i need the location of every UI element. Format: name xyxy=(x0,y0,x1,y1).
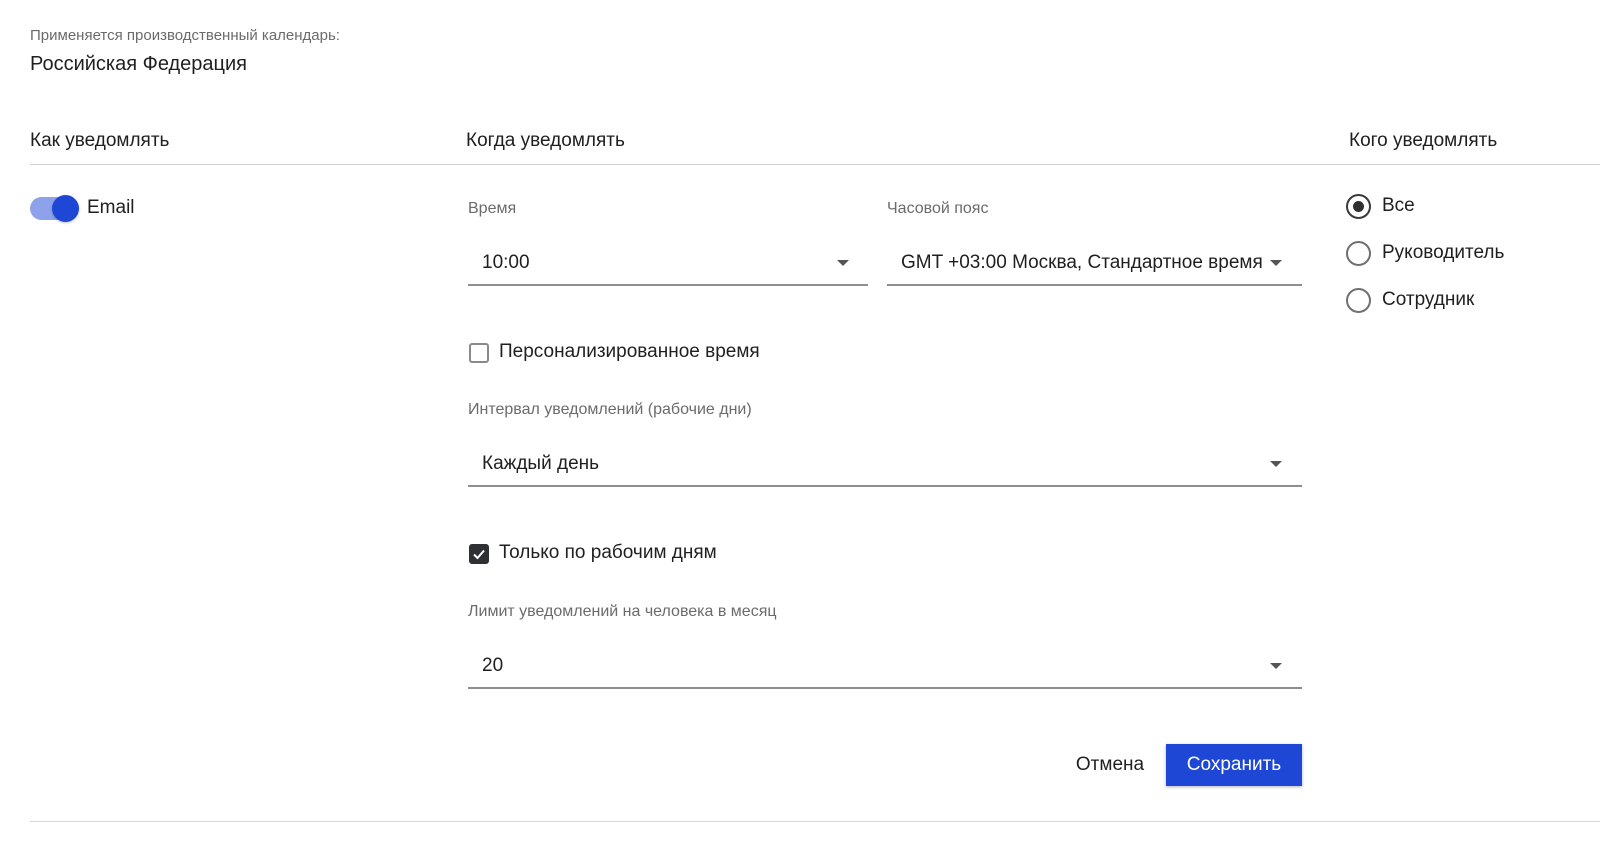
limit-label: Лимит уведомлений на человека в месяц xyxy=(468,603,777,620)
timezone-value: GMT +03:00 Москва, Стандартное время xyxy=(901,252,1263,273)
column-header-how: Как уведомлять xyxy=(30,130,170,151)
limit-value: 20 xyxy=(482,655,504,676)
column-header-who: Кого уведомлять xyxy=(1349,130,1498,151)
email-toggle[interactable] xyxy=(30,195,79,222)
check-icon xyxy=(473,549,485,560)
interval-value: Каждый день xyxy=(482,453,600,474)
timezone-label: Часовой пояс xyxy=(887,200,989,217)
workdays-only-checkbox[interactable] xyxy=(469,544,489,564)
radio-employee[interactable] xyxy=(1346,288,1371,313)
chevron-down-icon xyxy=(1270,260,1282,266)
calendar-value: Российская Федерация xyxy=(30,53,248,75)
bottom-divider xyxy=(30,821,1600,822)
personalized-time-checkbox[interactable] xyxy=(469,343,489,363)
email-toggle-label: Email xyxy=(87,197,135,218)
cancel-button[interactable]: Отмена xyxy=(1062,744,1158,786)
time-select[interactable]: 10:00 xyxy=(468,240,868,286)
radio-all[interactable] xyxy=(1346,194,1371,219)
radio-manager[interactable] xyxy=(1346,241,1371,266)
timezone-select[interactable]: GMT +03:00 Москва, Стандартное время xyxy=(887,240,1302,286)
interval-label: Интервал уведомлений (рабочие дни) xyxy=(468,401,752,418)
header-divider xyxy=(30,164,1600,165)
toggle-knob xyxy=(52,195,79,222)
personalized-time-label[interactable]: Персонализированное время xyxy=(499,341,760,363)
radio-dot xyxy=(1353,201,1364,212)
time-label: Время xyxy=(468,200,517,217)
radio-manager-label[interactable]: Руководитель xyxy=(1382,242,1504,264)
save-button[interactable]: Сохранить xyxy=(1166,744,1302,786)
workdays-only-label[interactable]: Только по рабочим дням xyxy=(499,542,717,564)
time-value: 10:00 xyxy=(482,252,530,273)
interval-select[interactable]: Каждый день xyxy=(468,441,1302,487)
radio-employee-label[interactable]: Сотрудник xyxy=(1382,289,1474,311)
chevron-down-icon xyxy=(837,260,849,266)
radio-all-label[interactable]: Все xyxy=(1382,195,1415,217)
chevron-down-icon xyxy=(1270,663,1282,669)
column-header-when: Когда уведомлять xyxy=(466,130,625,151)
limit-select[interactable]: 20 xyxy=(468,643,1302,689)
calendar-label: Применяется производственный календарь: xyxy=(30,27,340,44)
chevron-down-icon xyxy=(1270,461,1282,467)
